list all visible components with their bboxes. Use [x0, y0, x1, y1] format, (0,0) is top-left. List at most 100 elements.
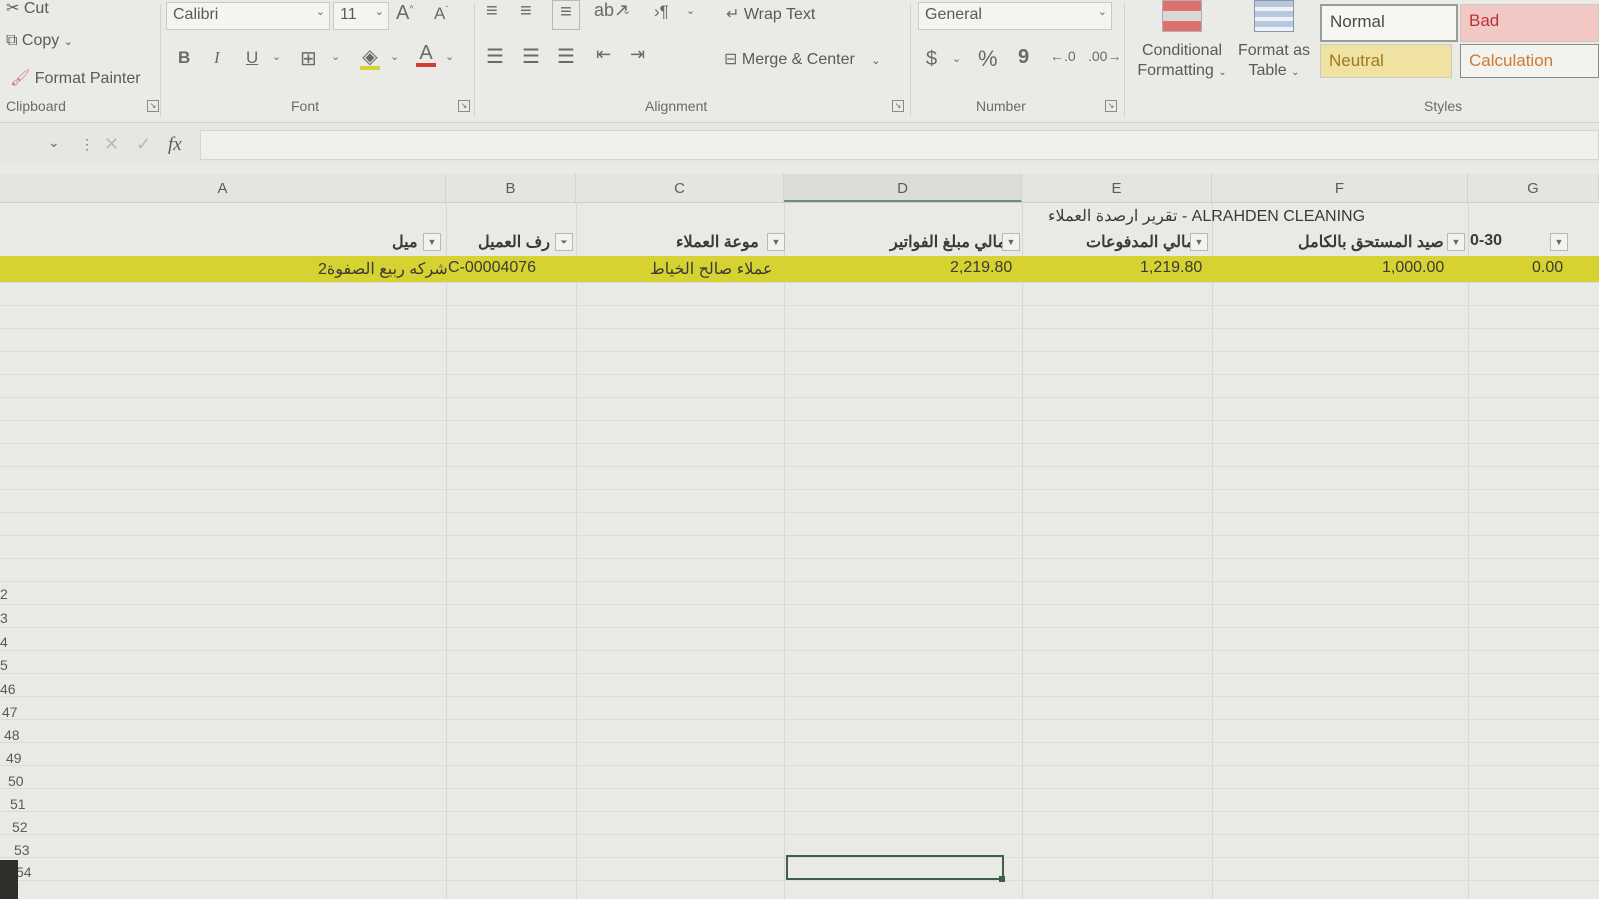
data-cell-customer-id[interactable]: C-00004076: [448, 259, 536, 277]
data-cell-total-payments[interactable]: 1,219.80: [1140, 259, 1202, 277]
alignment-launcher[interactable]: ↘: [892, 100, 904, 112]
borders-icon[interactable]: ⊞: [300, 46, 317, 71]
header-cell-f[interactable]: صيد المستحق بالكامل: [1298, 232, 1444, 252]
header-cell-d[interactable]: مالي مبلغ الفواتير: [890, 232, 1006, 252]
row-number[interactable]: 46: [0, 681, 40, 697]
increase-decimal-icon[interactable]: ←.0: [1050, 48, 1076, 64]
cut-button[interactable]: ✂ Cut: [6, 0, 49, 18]
data-cell-0-30[interactable]: 0.00: [1532, 259, 1563, 277]
font-launcher[interactable]: ↘: [458, 100, 470, 112]
align-right-icon[interactable]: ☰: [557, 44, 575, 69]
header-cell-e[interactable]: مالي المدفوعات: [1086, 232, 1194, 252]
column-header-e[interactable]: E: [1022, 174, 1212, 202]
decrease-indent-icon[interactable]: ⇤: [596, 44, 611, 65]
number-launcher[interactable]: ↘: [1105, 100, 1117, 112]
increase-font-size-icon[interactable]: A^: [396, 2, 414, 25]
row-number[interactable]: 52: [12, 819, 52, 835]
filter-dropdown-icon[interactable]: ▼: [1002, 233, 1020, 251]
align-center-icon[interactable]: ☰: [522, 44, 540, 69]
underline-button[interactable]: U: [246, 48, 258, 68]
orientation-dropdown-icon[interactable]: ⌄: [622, 4, 631, 17]
filter-dropdown-icon[interactable]: ▼: [423, 233, 441, 251]
style-calculation[interactable]: Calculation: [1460, 44, 1599, 78]
font-color-icon[interactable]: A: [416, 42, 436, 67]
font-color-dropdown-icon[interactable]: ⌄: [445, 50, 454, 63]
cancel-icon[interactable]: ✕: [104, 134, 119, 155]
align-bottom-icon[interactable]: ≡: [552, 0, 580, 30]
insert-function-icon[interactable]: fx: [168, 134, 182, 156]
style-neutral[interactable]: Neutral: [1320, 44, 1452, 78]
copy-button[interactable]: ⧉ Copy ⌄: [6, 32, 73, 50]
wrap-text-button[interactable]: ↵ Wrap Text: [726, 4, 815, 24]
row-number[interactable]: 3: [0, 610, 40, 626]
borders-dropdown-icon[interactable]: ⌄: [331, 50, 340, 63]
formula-input[interactable]: [200, 130, 1599, 160]
font-size-dropdown[interactable]: 11 ⌄: [333, 2, 389, 30]
currency-button[interactable]: $: [926, 48, 937, 71]
row-number[interactable]: 50: [8, 773, 48, 789]
font-name-dropdown[interactable]: Calibri ⌄: [166, 2, 330, 30]
row-number[interactable]: 47: [2, 704, 42, 720]
increase-indent-icon[interactable]: ⇥: [630, 44, 645, 65]
clipboard-launcher[interactable]: ↘: [147, 100, 159, 112]
filter-dropdown-icon[interactable]: ▼: [1550, 233, 1568, 251]
format-as-table-button[interactable]: Format as Table ⌄: [1234, 0, 1314, 90]
conditional-formatting-button[interactable]: Conditional Formatting ⌄: [1132, 0, 1232, 90]
merge-center-button[interactable]: ⊟ Merge & Center ⌄: [724, 49, 880, 69]
fill-handle[interactable]: [999, 876, 1005, 882]
style-normal[interactable]: Normal: [1320, 4, 1458, 42]
header-cell-c[interactable]: موعة العملاء: [676, 232, 759, 252]
row-number[interactable]: 5: [0, 657, 40, 673]
text-direction-icon[interactable]: ›¶: [654, 2, 669, 22]
header-cell-g[interactable]: 0-30: [1470, 232, 1502, 250]
number-format-dropdown[interactable]: General ⌄: [918, 2, 1112, 30]
format-painter-button[interactable]: 🖌 Format Painter: [10, 68, 141, 88]
data-cell-total-invoices[interactable]: 2,219.80: [950, 259, 1012, 277]
data-cell-customer-name[interactable]: شركه ربيع الصفوة2: [318, 259, 448, 279]
comma-style-button[interactable]: 9: [1018, 46, 1029, 69]
header-cell-a[interactable]: ميل: [392, 232, 418, 252]
filter-dropdown-icon[interactable]: ▼: [1190, 233, 1208, 251]
italic-button[interactable]: I: [214, 48, 220, 68]
report-title[interactable]: تقرير ارصدة العملاء - ALRAHDEN CLEANING: [1048, 206, 1365, 226]
row-number[interactable]: 54: [16, 864, 56, 880]
align-middle-icon[interactable]: ≡: [520, 0, 532, 23]
filter-dropdown-icon[interactable]: ▼: [767, 233, 785, 251]
fill-color-icon[interactable]: ◈: [360, 44, 380, 70]
filter-active-icon[interactable]: ⏷: [555, 233, 573, 251]
column-header-c[interactable]: C: [576, 174, 784, 202]
column-header-g[interactable]: G: [1468, 174, 1599, 202]
bold-button[interactable]: B: [178, 48, 190, 68]
row-gridline: [0, 650, 1599, 651]
row-number[interactable]: 51: [10, 796, 50, 812]
column-header-d[interactable]: D: [784, 174, 1022, 202]
data-cell-balance-due[interactable]: 1,000.00: [1382, 259, 1444, 277]
row-number[interactable]: 4: [0, 634, 40, 650]
filter-dropdown-icon[interactable]: ▼: [1447, 233, 1465, 251]
column-header-a[interactable]: A: [0, 174, 446, 202]
merge-icon: ⊟: [724, 51, 738, 68]
active-cell[interactable]: [786, 855, 1004, 880]
row-number[interactable]: 48: [4, 727, 44, 743]
decrease-font-size-icon[interactable]: Aˇ: [434, 4, 448, 24]
row-number[interactable]: 2: [0, 586, 40, 602]
underline-dropdown-icon[interactable]: ⌄: [272, 50, 281, 63]
style-bad[interactable]: Bad: [1460, 4, 1599, 42]
row-number[interactable]: 49: [6, 750, 46, 766]
row-number[interactable]: 53: [14, 842, 54, 858]
enter-icon[interactable]: ✓: [136, 134, 151, 155]
gridline: [1468, 202, 1469, 899]
header-cell-b[interactable]: رف العميل: [478, 232, 550, 252]
currency-dropdown-icon[interactable]: ⌄: [952, 52, 961, 65]
fill-color-dropdown-icon[interactable]: ⌄: [390, 50, 399, 63]
data-cell-customer-group[interactable]: عملاء صالح الخياط: [650, 259, 773, 279]
percent-button[interactable]: %: [978, 46, 998, 72]
align-top-icon[interactable]: ≡: [486, 0, 498, 23]
column-header-b[interactable]: B: [446, 174, 576, 202]
decrease-decimal-icon[interactable]: .00→: [1088, 48, 1121, 64]
name-box[interactable]: ⌄: [0, 128, 70, 158]
row-gridline: [0, 696, 1599, 697]
text-direction-dropdown-icon[interactable]: ⌄: [686, 4, 695, 17]
align-left-icon[interactable]: ☰: [486, 44, 504, 69]
column-header-f[interactable]: F: [1212, 174, 1468, 202]
